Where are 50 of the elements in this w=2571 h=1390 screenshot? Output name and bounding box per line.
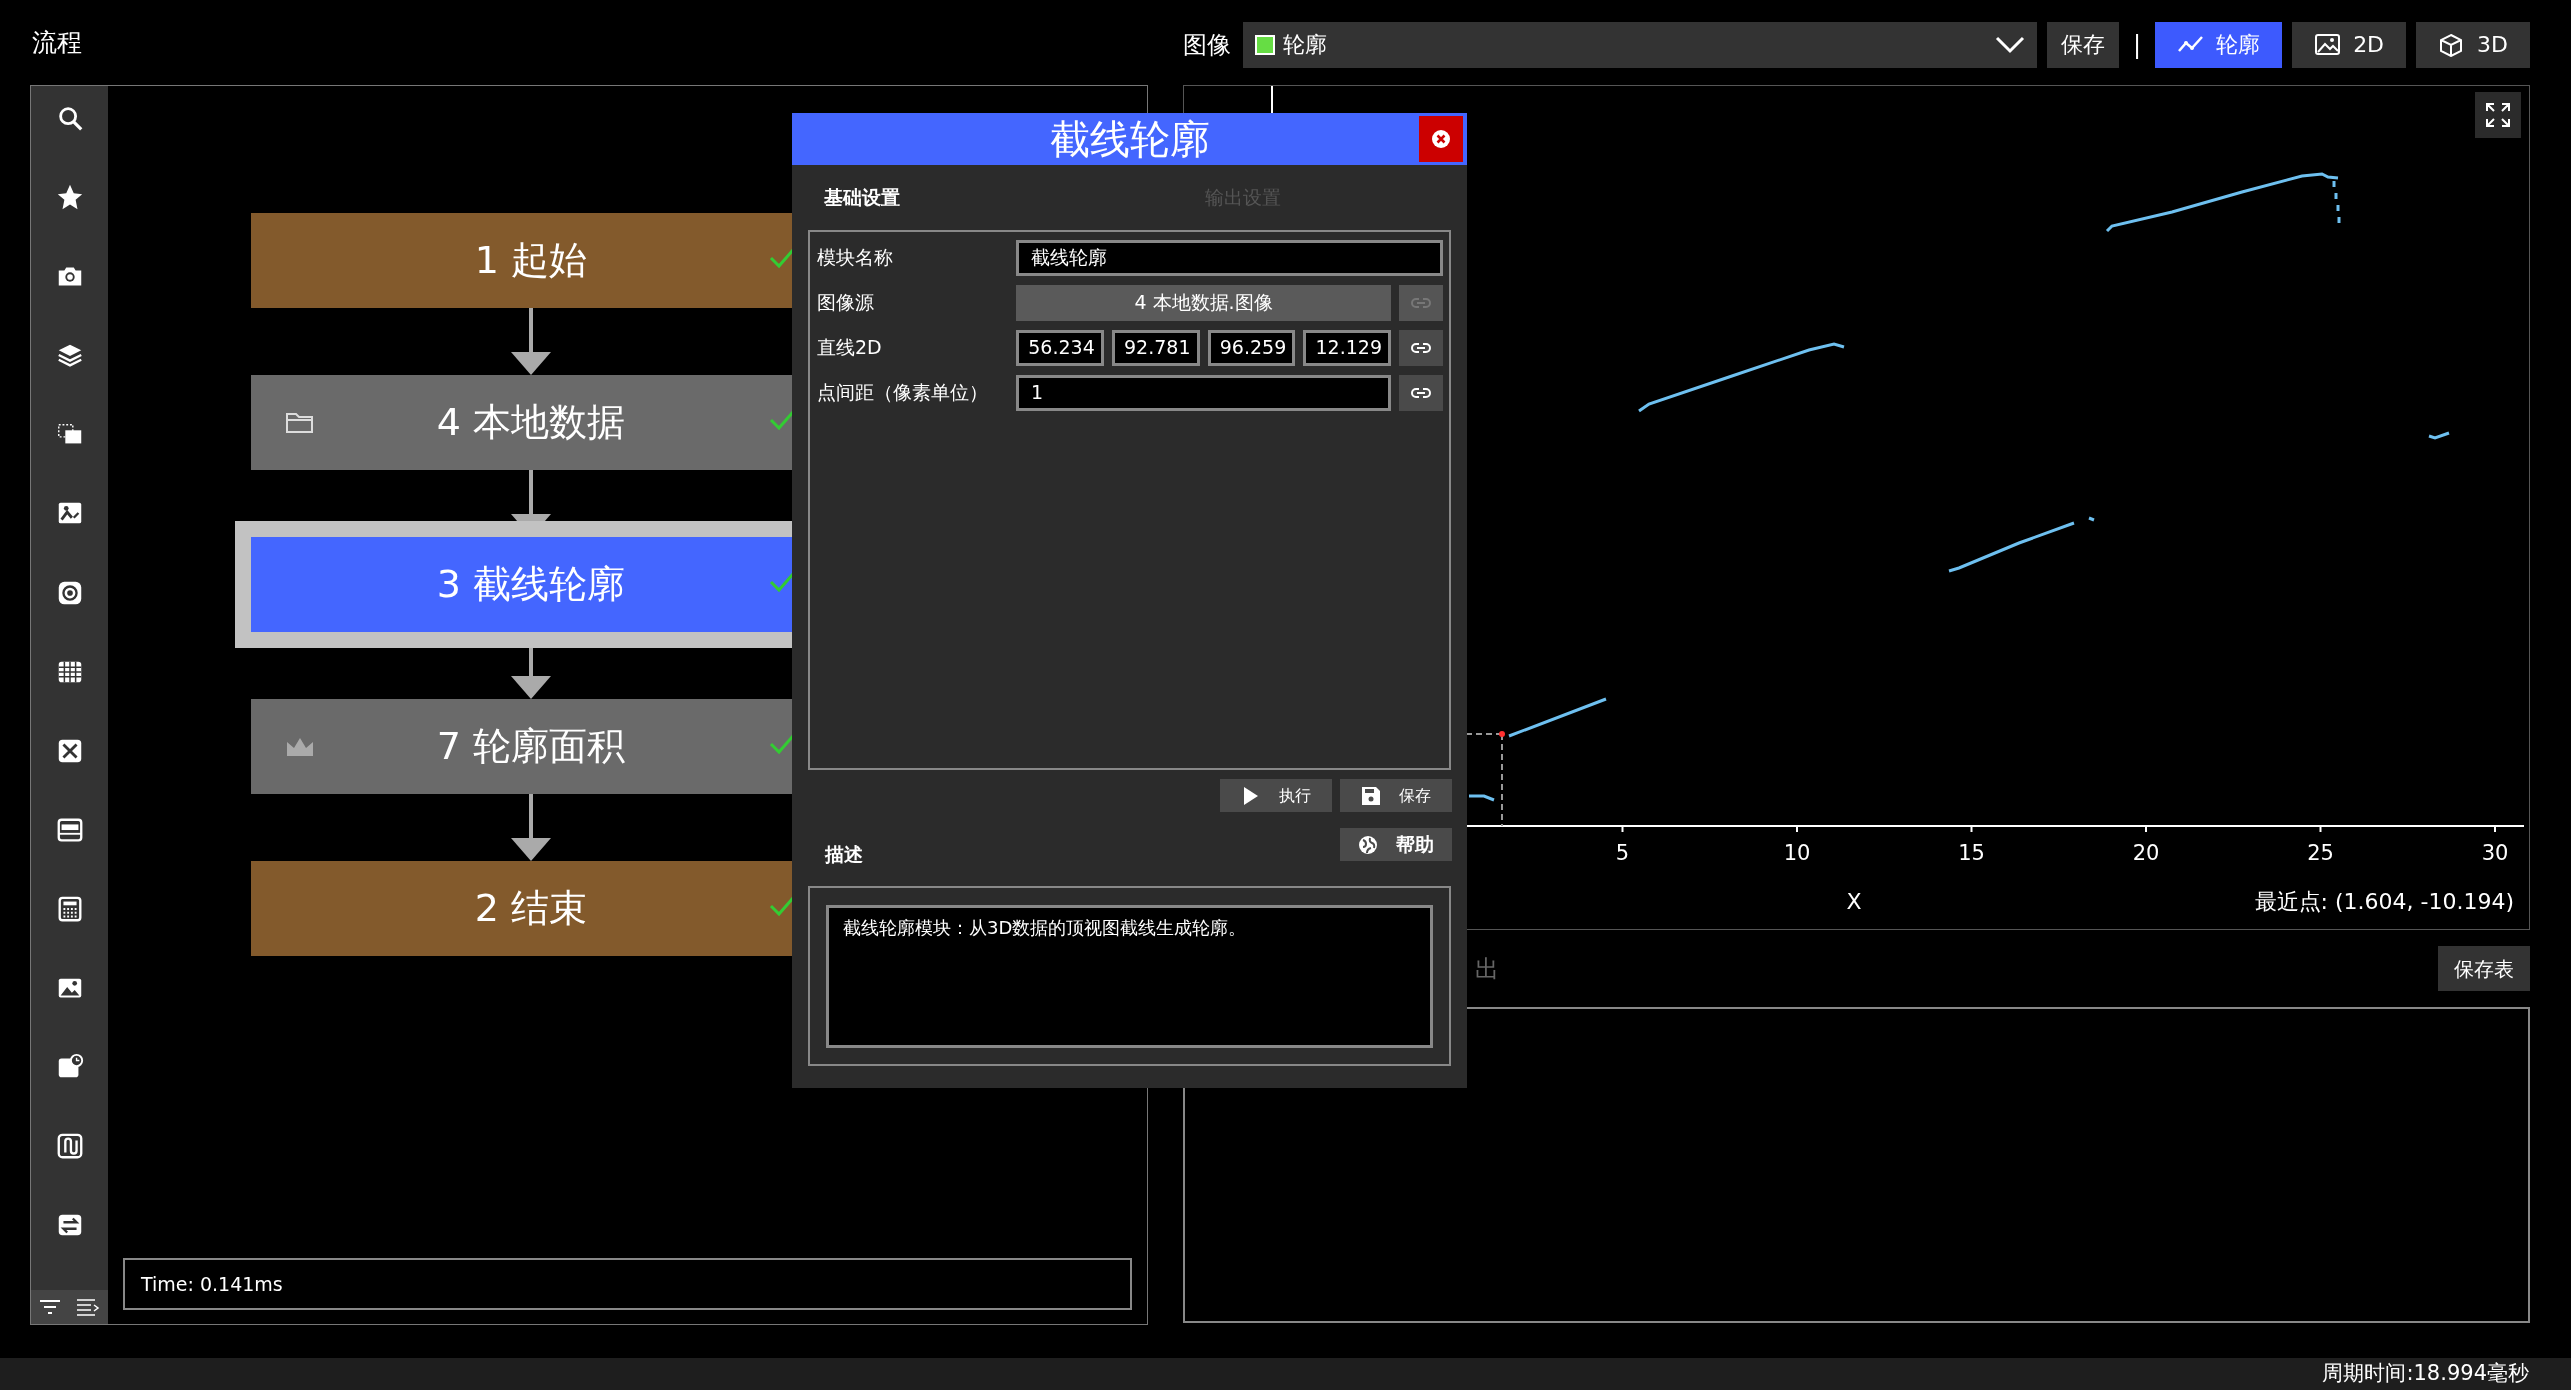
- view-tab[interactable]: 轮廓: [2155, 21, 2283, 68]
- image-label: 图像: [1183, 29, 1231, 61]
- output-title: 出: [1475, 953, 1499, 985]
- field-label: 模块名称: [816, 245, 894, 271]
- field-label: 图像源: [816, 290, 875, 316]
- axis-tick-label: 10: [1783, 841, 1811, 865]
- text-field[interactable]: 截线轮廓: [1016, 239, 1443, 276]
- axis-tick-label: 5: [1615, 841, 1630, 865]
- number-field[interactable]: 12.129: [1303, 329, 1391, 366]
- view-tab[interactable]: 3D: [2416, 21, 2530, 68]
- panel-title: 流程: [32, 26, 82, 59]
- run-button[interactable]: 执行: [1220, 779, 1332, 812]
- view-tab[interactable]: 2D: [2292, 21, 2407, 68]
- nearest-point-marker: [1499, 731, 1505, 737]
- flow-arrow: [511, 794, 551, 861]
- number-field[interactable]: 96.259: [1207, 329, 1296, 366]
- save-button[interactable]: 保存: [2047, 21, 2120, 68]
- cycle-time-readout: 周期时间:18.994毫秒: [2322, 1360, 2529, 1388]
- settings-tab[interactable]: 基础设置: [792, 182, 1087, 213]
- fullscreen-button[interactable]: [2475, 92, 2521, 138]
- expand-icon: [2485, 102, 2511, 128]
- flow-arrow: [511, 308, 551, 375]
- link-button[interactable]: [1399, 374, 1443, 411]
- list-icon[interactable]: [75, 1297, 102, 1318]
- time-readout: Time: 0.141ms: [123, 1258, 1132, 1310]
- save-table-button[interactable]: 保存表: [2438, 946, 2530, 991]
- link-button[interactable]: [1399, 329, 1443, 366]
- axis-tick-label: 25: [2307, 841, 2334, 865]
- description-text: 截线轮廓模块：从3D数据的顶视图截线生成轮廓。: [826, 905, 1433, 1048]
- separator: |: [2132, 29, 2143, 61]
- close-button[interactable]: [1419, 116, 1463, 162]
- axis-tick-label: 15: [1958, 841, 1985, 865]
- nearest-point-readout: 最近点: (1.604, -10.194): [2254, 889, 2514, 914]
- chevron-down-icon[interactable]: [1995, 35, 2026, 54]
- save-button[interactable]: 保存: [1340, 779, 1452, 812]
- number-field[interactable]: 92.781: [1111, 329, 1200, 366]
- axis-tick-label: 20: [2132, 841, 2160, 865]
- field-label: 直线2D: [816, 335, 883, 361]
- image-dropdown[interactable]: 轮廓: [1243, 21, 2038, 68]
- axis-title: X: [1846, 889, 1862, 914]
- axis-tick-label: 30: [2481, 841, 2509, 865]
- section-title: 描述: [825, 841, 863, 867]
- dialog-title: 截线轮廓: [1049, 115, 1210, 164]
- text-field[interactable]: 1: [1016, 374, 1391, 411]
- help-button[interactable]: 帮助: [1340, 828, 1452, 861]
- field-label: 点间距（像素单位）: [816, 380, 989, 406]
- close-icon: [1431, 129, 1451, 149]
- image-icon: [2314, 32, 2342, 57]
- number-field[interactable]: 56.234: [1016, 329, 1104, 366]
- source-selector[interactable]: 4 本地数据.图像: [1016, 284, 1391, 321]
